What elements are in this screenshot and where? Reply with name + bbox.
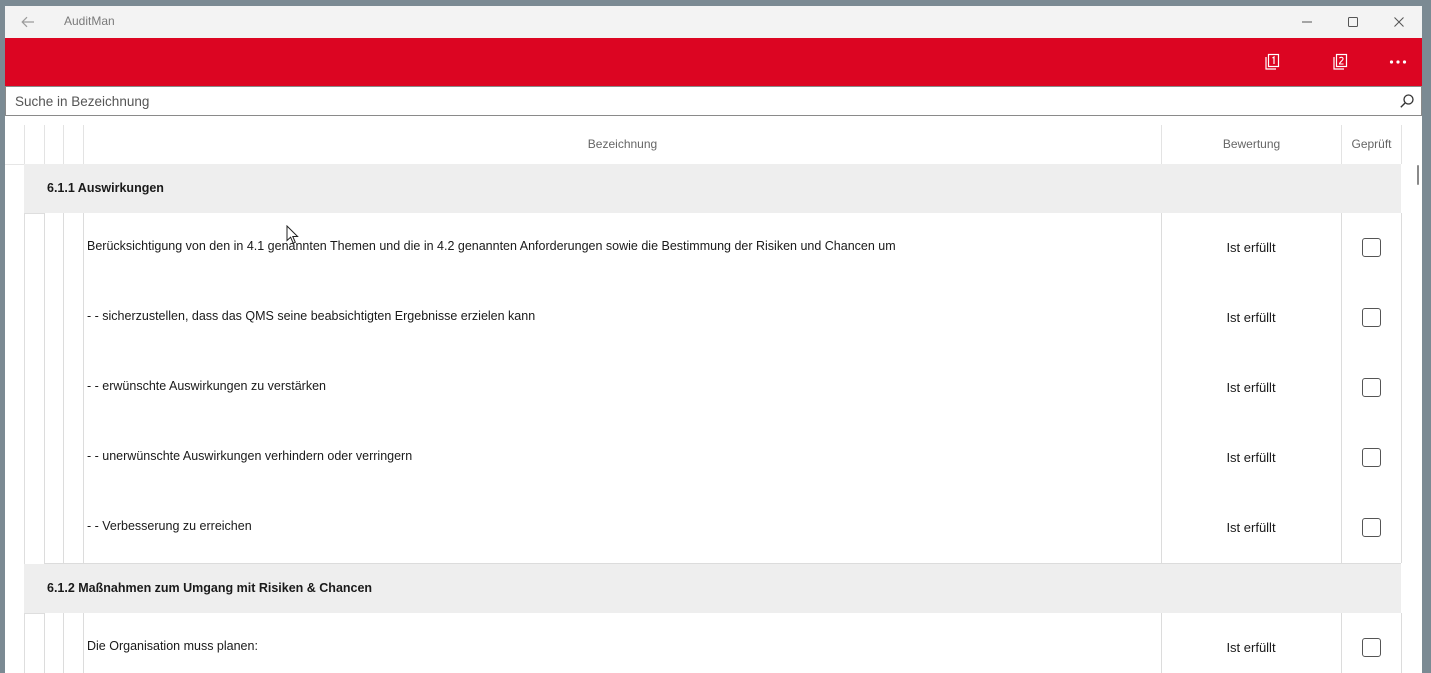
grid-header: Bezeichnung Bewertung Geprüft	[5, 125, 1402, 165]
group-title: 6.1.2 Maßnahmen zum Umgang mit Risiken &…	[47, 581, 373, 595]
row-description: Die Organisation muss planen:	[87, 639, 258, 653]
page-two-button[interactable]	[1320, 46, 1360, 78]
geprueft-checkbox[interactable]	[1362, 518, 1381, 537]
audit-grid: Bezeichnung Bewertung Geprüft 6.1.1 Ausw…	[5, 125, 1422, 673]
table-row[interactable]: Berücksichtigung von den in 4.1 genannte…	[44, 213, 1402, 284]
table-row[interactable]: - - unerwünschte Auswirkungen verhindern…	[44, 423, 1402, 494]
table-row[interactable]: - - Verbesserung zu erreichen Ist erfüll…	[44, 493, 1402, 564]
maximize-button[interactable]	[1330, 6, 1376, 38]
table-row[interactable]: Die Organisation muss planen: Ist erfüll…	[44, 613, 1402, 673]
row-description: - - unerwünschte Auswirkungen verhindern…	[87, 449, 413, 463]
command-bar	[5, 38, 1422, 86]
row-bewertung[interactable]: Ist erfüllt	[1161, 450, 1341, 465]
group-title: 6.1.1 Auswirkungen	[47, 181, 164, 195]
geprueft-checkbox[interactable]	[1362, 238, 1381, 257]
page-two-icon	[1333, 53, 1348, 70]
app-title: AuditMan	[64, 14, 115, 28]
maximize-icon	[1348, 17, 1358, 27]
title-bar: AuditMan	[5, 6, 1422, 38]
more-button[interactable]	[1378, 46, 1418, 78]
column-header-bezeichnung[interactable]: Bezeichnung	[84, 137, 1161, 151]
row-description: - - Verbesserung zu erreichen	[87, 519, 252, 533]
page-one-icon	[1265, 53, 1280, 70]
row-description: Berücksichtigung von den in 4.1 genannte…	[87, 239, 896, 253]
minimize-button[interactable]	[1284, 6, 1330, 38]
group-header[interactable]: 6.1.2 Maßnahmen zum Umgang mit Risiken &…	[24, 564, 1401, 614]
close-button[interactable]	[1376, 6, 1422, 38]
search-input[interactable]	[15, 91, 1385, 111]
back-arrow-icon	[21, 16, 34, 28]
more-icon	[1389, 60, 1407, 64]
search-icon[interactable]	[1399, 93, 1415, 109]
row-bewertung[interactable]: Ist erfüllt	[1161, 380, 1341, 395]
geprueft-checkbox[interactable]	[1362, 378, 1381, 397]
mouse-pointer-icon	[286, 225, 299, 244]
table-row[interactable]: - - sicherzustellen, dass das QMS seine …	[44, 283, 1402, 354]
vertical-scrollbar[interactable]	[1417, 165, 1419, 185]
search-box	[5, 86, 1422, 116]
row-description: - - erwünschte Auswirkungen zu verstärke…	[87, 379, 326, 393]
geprueft-checkbox[interactable]	[1362, 308, 1381, 327]
geprueft-checkbox[interactable]	[1362, 638, 1381, 657]
row-bewertung[interactable]: Ist erfüllt	[1161, 640, 1341, 655]
row-description: - - sicherzustellen, dass das QMS seine …	[87, 309, 536, 323]
minimize-icon	[1302, 21, 1312, 23]
row-bewertung[interactable]: Ist erfüllt	[1161, 310, 1341, 325]
column-header-bewertung[interactable]: Bewertung	[1162, 137, 1341, 151]
table-row[interactable]: - - erwünschte Auswirkungen zu verstärke…	[44, 353, 1402, 424]
row-bewertung[interactable]: Ist erfüllt	[1161, 520, 1341, 535]
column-header-geprueft[interactable]: Geprüft	[1342, 137, 1401, 151]
page-one-button[interactable]	[1252, 46, 1292, 78]
app-window: AuditMan Suche in Bezeichnung Bezeichnun…	[5, 6, 1422, 673]
back-button[interactable]	[17, 12, 39, 32]
group-header[interactable]: 6.1.1 Auswirkungen	[24, 164, 1401, 214]
geprueft-checkbox[interactable]	[1362, 448, 1381, 467]
close-icon	[1394, 17, 1404, 27]
row-bewertung[interactable]: Ist erfüllt	[1161, 240, 1341, 255]
